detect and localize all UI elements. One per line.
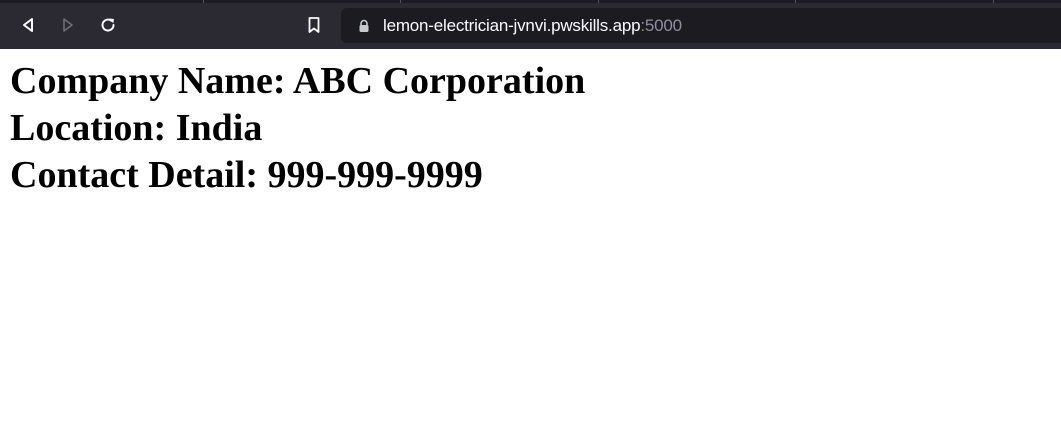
url-host: lemon-electrician-jvnvi.pwskills.app (383, 16, 641, 35)
back-icon (23, 18, 33, 32)
url-text[interactable]: lemon-electrician-jvnvi.pwskills.app:500… (383, 16, 682, 36)
tab-separator (598, 0, 599, 3)
forward-button[interactable] (56, 13, 80, 37)
location-line: Location: India (10, 107, 263, 149)
bookmark-button[interactable] (302, 13, 326, 37)
back-button[interactable] (16, 13, 40, 37)
tab-separator (993, 0, 994, 3)
contact-detail-line: Contact Detail: 999-999-9999 (10, 154, 483, 196)
url-port: :5000 (640, 16, 682, 35)
browser-toolbar: lemon-electrician-jvnvi.pwskills.app:500… (0, 0, 1061, 49)
company-name-line: Company Name: ABC Corporation (10, 60, 586, 102)
lock-icon[interactable] (357, 19, 371, 33)
reload-icon (101, 18, 115, 32)
reload-button[interactable] (96, 13, 120, 37)
address-bar[interactable]: lemon-electrician-jvnvi.pwskills.app:500… (341, 8, 1061, 43)
tab-separator (400, 0, 401, 3)
forward-icon (63, 18, 73, 32)
tab-separator (795, 0, 796, 3)
page-content: Company Name: ABC Corporation Location: … (10, 58, 585, 199)
tab-separator (203, 0, 204, 3)
tab-strip (0, 0, 1061, 3)
bookmark-icon (308, 17, 320, 33)
